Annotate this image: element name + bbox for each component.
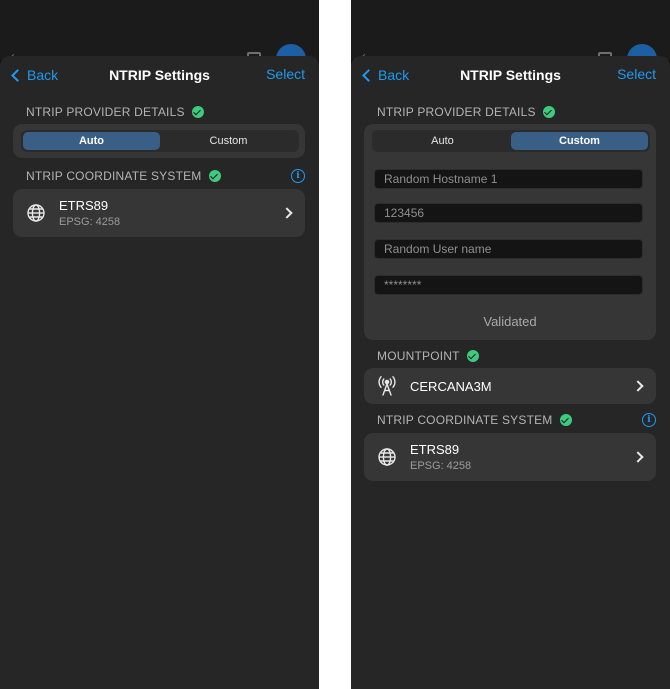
select-button[interactable]: Select	[266, 66, 305, 82]
chevron-right-icon	[632, 380, 644, 392]
hostname-field[interactable]: Random Hostname 1	[374, 169, 643, 189]
checkmark-circle-icon	[191, 106, 204, 118]
coordinate-system-name: ETRS89	[410, 442, 460, 457]
back-label: Back	[378, 67, 410, 83]
provider-mode-card: Auto Custom	[13, 124, 305, 158]
chevron-left-icon	[362, 68, 375, 82]
ntrip-settings-sheet: Back NTRIP Settings Select NTRIP PROVIDE…	[0, 56, 319, 689]
globe-icon	[27, 204, 45, 222]
background-page-bar: ‹	[351, 0, 670, 74]
navigation-bar: Back NTRIP Settings Select	[351, 56, 670, 94]
coordinate-system-epsg: EPSG: 4258	[410, 460, 472, 472]
segment-custom[interactable]: Custom	[160, 132, 297, 150]
coordinate-system-label: NTRIP COORDINATE SYSTEM	[377, 413, 553, 427]
segment-auto[interactable]: Auto	[374, 132, 511, 150]
password-field[interactable]: ********	[374, 275, 643, 295]
back-label: Back	[27, 67, 59, 83]
provider-mode-segmented-control: Auto Custom	[372, 130, 650, 152]
select-button[interactable]: Select	[617, 66, 656, 82]
right-screen: ‹ Back NTRIP Settings Select NTRIP PROVI…	[351, 0, 670, 689]
validation-status: Validated	[483, 314, 537, 329]
mountpoint-name: CERCANA3M	[410, 379, 492, 394]
checkmark-circle-icon	[559, 414, 572, 426]
coordinate-system-name: ETRS89	[59, 198, 109, 213]
info-icon[interactable]: i	[642, 413, 656, 427]
back-button[interactable]: Back	[10, 67, 58, 83]
ntrip-settings-sheet: Back NTRIP Settings Select NTRIP PROVIDE…	[351, 56, 670, 689]
coordinate-system-label: NTRIP COORDINATE SYSTEM	[26, 169, 202, 183]
provider-details-header: NTRIP PROVIDER DETAILS	[377, 104, 656, 120]
coordinate-system-header: NTRIP COORDINATE SYSTEM i	[26, 168, 305, 184]
left-screen: ‹ Back NTRIP Settings Select NTRIP PROVI…	[0, 0, 319, 689]
info-icon[interactable]: i	[291, 169, 305, 183]
provider-details-header: NTRIP PROVIDER DETAILS	[26, 104, 305, 120]
segment-custom[interactable]: Custom	[511, 132, 648, 150]
chevron-right-icon	[281, 207, 293, 219]
navigation-bar: Back NTRIP Settings Select	[0, 56, 319, 94]
background-page-bar: ‹	[0, 0, 319, 74]
checkmark-circle-icon	[466, 350, 479, 362]
provider-mode-segmented-control: Auto Custom	[21, 130, 299, 152]
coordinate-system-header: NTRIP COORDINATE SYSTEM i	[377, 412, 656, 428]
back-button[interactable]: Back	[361, 67, 409, 83]
checkmark-circle-icon	[208, 170, 221, 182]
mountpoint-header: MOUNTPOINT	[377, 348, 656, 364]
port-field[interactable]: 123456	[374, 203, 643, 223]
provider-details-card: Auto Custom Random Hostname 1 123456 Ran…	[364, 124, 656, 340]
mountpoint-row[interactable]: CERCANA3M	[364, 368, 656, 404]
coordinate-system-row[interactable]: ETRS89 EPSG: 4258	[364, 433, 656, 481]
globe-icon	[378, 448, 396, 466]
coordinate-system-row[interactable]: ETRS89 EPSG: 4258	[13, 189, 305, 237]
provider-details-label: NTRIP PROVIDER DETAILS	[377, 105, 536, 119]
chevron-left-icon	[11, 68, 24, 82]
username-field[interactable]: Random User name	[374, 239, 643, 259]
checkmark-circle-icon	[542, 106, 555, 118]
chevron-right-icon	[632, 451, 644, 463]
coordinate-system-epsg: EPSG: 4258	[59, 216, 121, 228]
segment-auto[interactable]: Auto	[23, 132, 160, 150]
antenna-icon	[378, 376, 396, 396]
provider-details-label: NTRIP PROVIDER DETAILS	[26, 105, 185, 119]
mountpoint-label: MOUNTPOINT	[377, 349, 460, 363]
